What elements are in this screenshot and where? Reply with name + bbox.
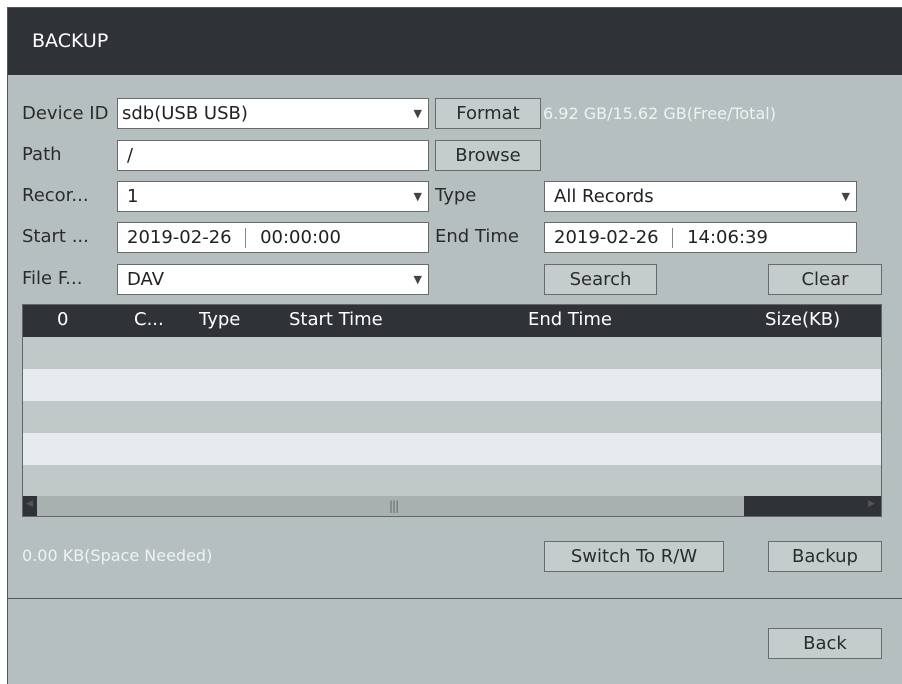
start-time-value[interactable]: 00:00:00 bbox=[260, 227, 341, 248]
scroll-right-icon[interactable]: ▶ bbox=[868, 499, 875, 509]
column-header-type[interactable]: Type bbox=[199, 309, 240, 330]
backup-dialog: BACKUP Device ID sdb(USB USB) ▼ Format 6… bbox=[7, 7, 902, 684]
title-bar: BACKUP bbox=[8, 8, 902, 75]
column-header-index[interactable]: 0 bbox=[57, 309, 68, 330]
capacity-text: 6.92 GB/15.62 GB(Free/Total) bbox=[543, 104, 776, 123]
footer-divider bbox=[8, 598, 902, 599]
record-type-select[interactable]: All Records ▼ bbox=[544, 181, 857, 212]
end-time-value[interactable]: 14:06:39 bbox=[687, 227, 768, 248]
chevron-down-icon: ▼ bbox=[841, 190, 850, 203]
browse-button[interactable]: Browse bbox=[435, 140, 541, 171]
file-format-label: File F... bbox=[22, 268, 83, 289]
scrollbar-thumb[interactable]: ||| bbox=[37, 496, 744, 516]
start-date-value[interactable]: 2019-02-26 bbox=[127, 227, 232, 248]
path-label: Path bbox=[22, 144, 62, 165]
file-format-value: DAV bbox=[127, 269, 165, 290]
column-header-end-time[interactable]: End Time bbox=[528, 309, 612, 330]
table-row[interactable] bbox=[23, 337, 881, 369]
end-datetime-input[interactable]: 2019-02-26 14:06:39 bbox=[544, 222, 857, 253]
chevron-down-icon: ▼ bbox=[413, 273, 422, 286]
space-needed-text: 0.00 KB(Space Needed) bbox=[22, 546, 213, 565]
record-label: Recor... bbox=[22, 185, 89, 206]
datetime-separator bbox=[245, 228, 247, 248]
clear-button[interactable]: Clear bbox=[768, 264, 882, 295]
record-channel-select[interactable]: 1 ▼ bbox=[117, 181, 429, 212]
start-time-label: Start ... bbox=[22, 226, 89, 247]
column-header-start-time[interactable]: Start Time bbox=[289, 309, 383, 330]
chevron-down-icon: ▼ bbox=[413, 107, 422, 120]
chevron-down-icon: ▼ bbox=[413, 190, 422, 203]
end-date-value[interactable]: 2019-02-26 bbox=[554, 227, 659, 248]
column-header-channel[interactable]: C... bbox=[134, 309, 164, 330]
path-value: / bbox=[127, 145, 134, 166]
switch-rw-button[interactable]: Switch To R/W bbox=[544, 541, 724, 572]
column-header-size[interactable]: Size(KB) bbox=[765, 309, 840, 330]
format-button[interactable]: Format bbox=[435, 98, 541, 129]
back-button[interactable]: Back bbox=[768, 628, 882, 659]
start-datetime-input[interactable]: 2019-02-26 00:00:00 bbox=[117, 222, 429, 253]
record-type-value: All Records bbox=[554, 186, 654, 207]
results-table: 0 C... Type Start Time End Time Size(KB)… bbox=[22, 304, 882, 517]
search-button[interactable]: Search bbox=[544, 264, 657, 295]
table-header: 0 C... Type Start Time End Time Size(KB) bbox=[23, 305, 881, 337]
backup-button[interactable]: Backup bbox=[768, 541, 882, 572]
datetime-separator bbox=[672, 228, 674, 248]
table-row[interactable] bbox=[23, 401, 881, 433]
table-row[interactable] bbox=[23, 369, 881, 401]
device-id-value: sdb(USB USB) bbox=[122, 103, 248, 124]
end-time-label: End Time bbox=[435, 226, 519, 247]
file-format-select[interactable]: DAV ▼ bbox=[117, 264, 429, 295]
record-channel-value: 1 bbox=[127, 186, 139, 207]
scroll-left-icon[interactable]: ◀ bbox=[26, 499, 33, 509]
device-id-label: Device ID bbox=[22, 103, 109, 124]
table-row[interactable] bbox=[23, 433, 881, 465]
horizontal-scrollbar[interactable]: ◀ ||| ▶ bbox=[23, 496, 881, 516]
path-input[interactable]: / bbox=[117, 140, 429, 171]
type-label: Type bbox=[435, 185, 477, 206]
grip-icon: ||| bbox=[389, 499, 399, 513]
window-title: BACKUP bbox=[32, 30, 109, 52]
device-id-select[interactable]: sdb(USB USB) ▼ bbox=[117, 98, 429, 129]
table-row[interactable] bbox=[23, 465, 881, 496]
